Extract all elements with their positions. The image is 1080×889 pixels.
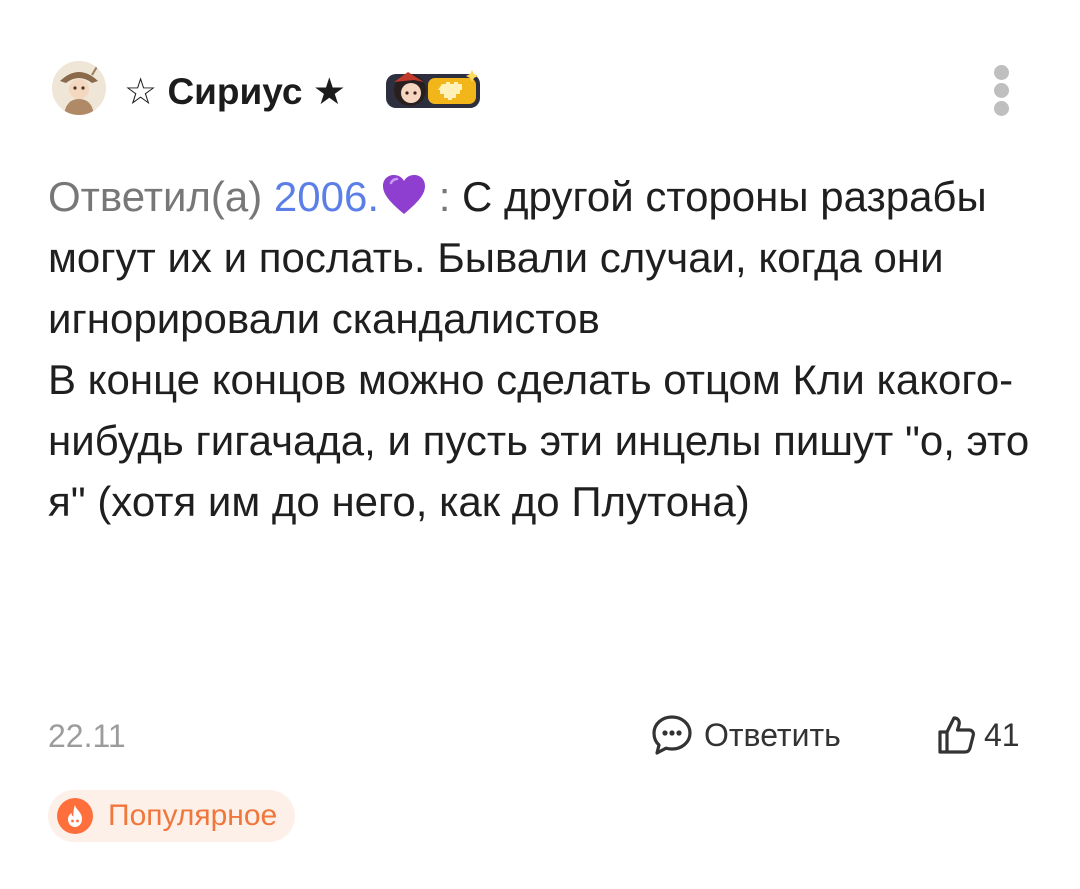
like-count: 41 [984, 717, 1020, 753]
like-button[interactable]: 41 [934, 710, 1020, 760]
character-badge-icon [384, 66, 482, 114]
thumbs-up-icon [938, 716, 975, 754]
reply-label: Ответить [704, 717, 841, 753]
flame-icon [57, 798, 93, 834]
more-vertical-icon [994, 65, 1009, 80]
comment-text-line: В конце концов можно сделать отцом Кли к… [48, 356, 1030, 525]
popular-tag-label: Популярное [108, 799, 278, 832]
popular-tag[interactable]: Популярное [48, 790, 296, 842]
author-name[interactable]: ☆ Сириус ★ [124, 70, 346, 114]
comment-paragraph: Ответил(а) 2006. : С другой стороны разр… [48, 166, 1038, 349]
reply-separator: : [427, 173, 463, 220]
comment-footer: 22.11 Ответить 41 [48, 706, 1038, 766]
author-avatar[interactable] [52, 61, 106, 115]
comment-date: 22.11 [48, 718, 126, 754]
more-vertical-icon [994, 101, 1009, 116]
comment-paragraph: В конце концов можно сделать отцом Кли к… [48, 349, 1038, 532]
purple-heart-icon [383, 175, 426, 214]
reply-button[interactable]: Ответить [650, 710, 841, 760]
reply-prefix: Ответил(а) [48, 173, 263, 220]
mention-link[interactable]: 2006. [274, 173, 379, 220]
more-options-button[interactable] [982, 60, 1022, 120]
comment-header: ☆ Сириус ★ [48, 58, 1032, 122]
more-vertical-icon [994, 83, 1009, 98]
comment-body: Ответил(а) 2006. : С другой стороны разр… [48, 166, 1038, 532]
chat-bubble-icon [652, 715, 692, 755]
